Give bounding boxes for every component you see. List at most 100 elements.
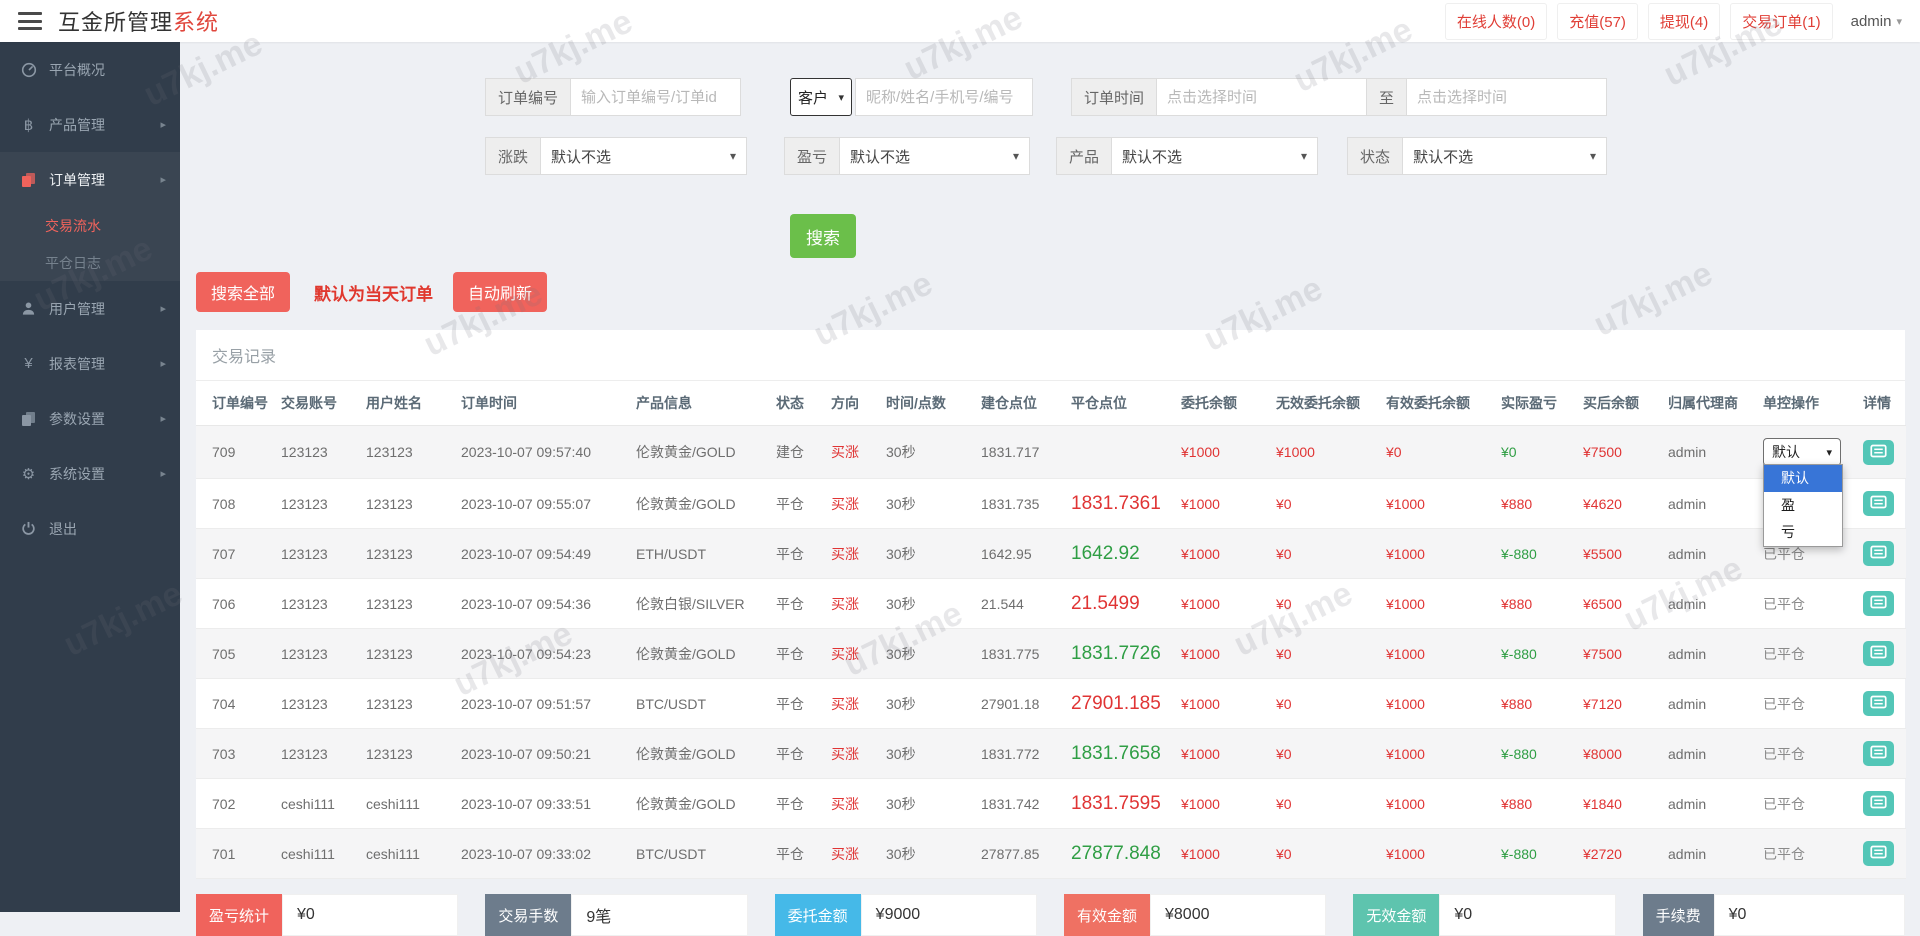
column-header: 实际盈亏 xyxy=(1496,381,1578,426)
cell-entrust-balance: ¥1000 xyxy=(1176,779,1271,829)
column-header: 交易账号 xyxy=(276,381,361,426)
sidebar-item-reports[interactable]: ¥ 报表管理 ▸ xyxy=(0,336,180,391)
detail-button[interactable] xyxy=(1863,641,1894,666)
profitloss-select[interactable]: 默认不选 ▾ xyxy=(840,137,1030,175)
cell-status: 平仓 xyxy=(771,529,826,579)
summary-label: 无效金额 xyxy=(1353,894,1439,936)
status-filter: 状态 默认不选 ▾ xyxy=(1347,137,1607,175)
product-select[interactable]: 默认不选 ▾ xyxy=(1112,137,1318,175)
detail-icon xyxy=(1870,595,1887,612)
header-stat-badge[interactable]: 在线人数(0) xyxy=(1445,3,1547,40)
summary-group: 手续费 ¥0 xyxy=(1643,894,1905,936)
dropdown-option-win[interactable]: 盈 xyxy=(1764,492,1842,519)
filter-row-2: 涨跌 默认不选 ▾ 盈亏 默认不选 ▾ 产品 默认不选 ▾ xyxy=(485,137,1920,175)
customer-type-select[interactable]: 客户 ▾ xyxy=(790,78,852,116)
column-header: 用户姓名 xyxy=(361,381,456,426)
sidebar-subitem-label: 交易流水 xyxy=(45,216,101,236)
sidebar-item-products[interactable]: ฿ 产品管理 ▸ xyxy=(0,97,180,152)
search-button[interactable]: 搜索 xyxy=(790,214,856,258)
chevron-right-icon: ▸ xyxy=(160,302,166,315)
cell-agent: admin xyxy=(1663,426,1758,479)
chevron-right-icon: ▸ xyxy=(160,412,166,425)
sidebar-subitem-trade-flow[interactable]: 交易流水 xyxy=(0,207,180,244)
cell-agent: admin xyxy=(1663,579,1758,629)
cell-user-name: ceshi111 xyxy=(361,779,456,829)
cell-close-price: 1831.7726 xyxy=(1066,629,1176,679)
product-filter: 产品 默认不选 ▾ xyxy=(1056,137,1318,175)
order-time-label: 订单时间 xyxy=(1071,78,1157,116)
cell-direction: 买涨 xyxy=(826,829,881,879)
cell-period: 30秒 xyxy=(881,729,976,779)
column-header: 产品信息 xyxy=(631,381,771,426)
updown-select[interactable]: 默认不选 ▾ xyxy=(541,137,747,175)
product-value: 默认不选 xyxy=(1122,146,1182,167)
cell-user-name: 123123 xyxy=(361,426,456,479)
table-row: 708 123123 123123 2023-10-07 09:55:07 伦敦… xyxy=(196,479,1906,529)
cell-actual-pl: ¥-880 xyxy=(1496,529,1578,579)
detail-button[interactable] xyxy=(1863,741,1894,766)
dropdown-option-lose[interactable]: 亏 xyxy=(1764,519,1842,546)
cell-detail xyxy=(1858,529,1906,579)
cell-order-time: 2023-10-07 09:55:07 xyxy=(456,479,631,529)
customer-input[interactable] xyxy=(855,78,1033,116)
chevron-down-icon: ▾ xyxy=(1896,15,1902,28)
card-title: 交易记录 xyxy=(196,330,1905,381)
cell-order-id: 708 xyxy=(196,479,276,529)
detail-button[interactable] xyxy=(1863,591,1894,616)
header-stat-badge[interactable]: 充值(57) xyxy=(1557,3,1638,40)
detail-button[interactable] xyxy=(1863,440,1894,465)
detail-button[interactable] xyxy=(1863,491,1894,516)
column-header: 无效委托余额 xyxy=(1271,381,1381,426)
detail-button[interactable] xyxy=(1863,791,1894,816)
cell-order-control: ▾ 已平仓 默认 盈 亏 xyxy=(1758,629,1858,679)
sidebar-item-parameters[interactable]: 参数设置 ▸ xyxy=(0,391,180,446)
sidebar-item-logout[interactable]: 退出 xyxy=(0,501,180,556)
cell-product: 伦敦黄金/GOLD xyxy=(631,629,771,679)
time-to-input[interactable] xyxy=(1407,78,1607,116)
chevron-down-icon: ▾ xyxy=(1590,149,1596,163)
cell-valid-entrust: ¥1000 xyxy=(1381,479,1496,529)
cell-order-time: 2023-10-07 09:54:23 xyxy=(456,629,631,679)
sidebar-item-dashboard[interactable]: 平台概况 xyxy=(0,42,180,97)
cell-after-balance: ¥7120 xyxy=(1578,679,1663,729)
cell-account: 123123 xyxy=(276,479,361,529)
header-stat-badge[interactable]: 提现(4) xyxy=(1648,3,1720,40)
detail-button[interactable] xyxy=(1863,841,1894,866)
order-number-input[interactable] xyxy=(571,78,741,116)
cell-account: 123123 xyxy=(276,529,361,579)
dropdown-option-default[interactable]: 默认 xyxy=(1764,465,1842,492)
detail-button[interactable] xyxy=(1863,691,1894,716)
cell-open-price: 1831.717 xyxy=(976,426,1066,479)
chevron-right-icon: ▸ xyxy=(160,357,166,370)
sidebar-item-orders[interactable]: 订单管理 ▸ xyxy=(0,152,180,207)
cell-invalid-entrust: ¥0 xyxy=(1271,479,1381,529)
cell-order-id: 702 xyxy=(196,779,276,829)
to-label: 至 xyxy=(1367,78,1407,116)
cell-open-price: 27877.85 xyxy=(976,829,1066,879)
header-stat-badge[interactable]: 交易订单(1) xyxy=(1730,3,1832,40)
admin-user-menu[interactable]: admin ▾ xyxy=(1851,13,1902,30)
cell-detail xyxy=(1858,729,1906,779)
cell-order-control: 默认 ▾ 默认 盈 亏 xyxy=(1758,426,1858,479)
sidebar-item-users[interactable]: 用户管理 ▸ xyxy=(0,281,180,336)
yen-icon: ¥ xyxy=(20,355,37,372)
cell-order-id: 704 xyxy=(196,679,276,729)
cell-user-name: 123123 xyxy=(361,529,456,579)
sidebar-subitem-close-log[interactable]: 平仓日志 xyxy=(0,244,180,281)
detail-button[interactable] xyxy=(1863,541,1894,566)
auto-refresh-button[interactable]: 自动刷新 xyxy=(453,272,547,312)
trade-records-table: 订单编号交易账号用户姓名订单时间产品信息状态方向时间/点数建仓点位平仓点位委托余… xyxy=(196,381,1906,879)
table-row: 704 123123 123123 2023-10-07 09:51:57 BT… xyxy=(196,679,1906,729)
status-select[interactable]: 默认不选 ▾ xyxy=(1403,137,1607,175)
time-from-input[interactable] xyxy=(1157,78,1367,116)
summary-value: ¥8000 xyxy=(1150,894,1326,936)
cell-product: BTC/USDT xyxy=(631,679,771,729)
menu-toggle-icon[interactable] xyxy=(18,12,42,30)
cell-invalid-entrust: ¥0 xyxy=(1271,529,1381,579)
cell-status: 平仓 xyxy=(771,629,826,679)
cell-open-price: 1831.735 xyxy=(976,479,1066,529)
search-all-button[interactable]: 搜索全部 xyxy=(196,272,290,312)
sidebar-item-label: 报表管理 xyxy=(49,354,105,374)
order-control-select[interactable]: 默认 ▾ xyxy=(1763,438,1841,466)
sidebar-item-system[interactable]: ⚙ 系统设置 ▸ xyxy=(0,446,180,501)
